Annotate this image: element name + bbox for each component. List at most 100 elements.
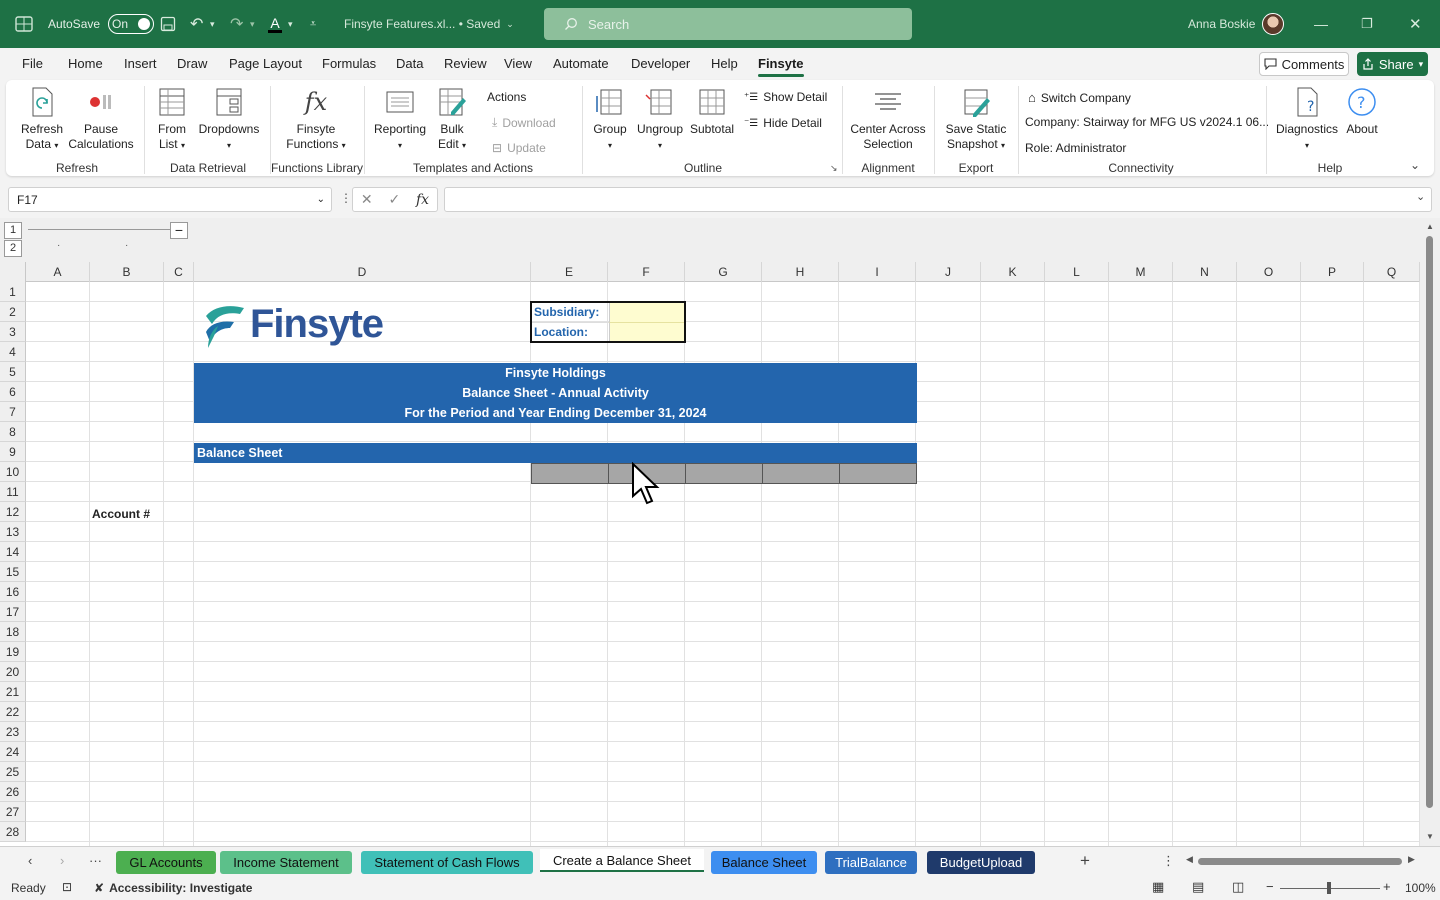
subsidiary-cell[interactable] [609, 303, 684, 322]
save-icon[interactable] [160, 0, 176, 48]
row-header-8[interactable]: 8 [0, 422, 26, 442]
sheet-tab[interactable]: Create a Balance Sheet [540, 849, 704, 872]
refresh-data-button[interactable]: Refresh Data ▾ [20, 86, 64, 153]
hide-detail-button[interactable]: ⁻☰ Hide Detail [744, 116, 822, 130]
ungroup-button[interactable]: Ungroup ▾ [636, 86, 684, 153]
tab-review[interactable]: Review [444, 56, 487, 71]
page-break-view-icon[interactable]: ◫ [1232, 879, 1244, 895]
close-icon[interactable]: ✕ [1409, 0, 1422, 48]
column-header-l[interactable]: L [1045, 262, 1109, 282]
customize-toolbar-icon[interactable]: ⩡ [310, 0, 316, 48]
row-header-22[interactable]: 22 [0, 702, 26, 722]
column-header-m[interactable]: M [1109, 262, 1173, 282]
sheet-tab[interactable]: BudgetUpload [927, 851, 1035, 874]
bulk-edit-button[interactable]: Bulk Edit ▾ [434, 86, 470, 153]
column-header-o[interactable]: O [1237, 262, 1301, 282]
normal-view-icon[interactable]: ▦ [1152, 879, 1164, 895]
tab-automate[interactable]: Automate [553, 56, 609, 71]
dialog-launcher-icon[interactable]: ↘ [830, 163, 838, 174]
add-sheet-icon[interactable]: + [1080, 851, 1090, 871]
column-header-f[interactable]: F [608, 262, 685, 282]
select-all-corner[interactable] [0, 262, 26, 282]
minimize-icon[interactable]: — [1314, 0, 1328, 48]
zoom-out-icon[interactable]: − [1266, 879, 1274, 894]
collapse-ribbon-icon[interactable]: ⌄ [1410, 158, 1420, 172]
insert-function-icon[interactable]: fx [416, 192, 429, 208]
header-cell[interactable] [762, 463, 840, 484]
row-header-25[interactable]: 25 [0, 762, 26, 782]
chevron-down-icon[interactable]: ⌄ [317, 194, 325, 205]
comments-button[interactable]: Comments [1259, 52, 1349, 76]
center-across-selection-button[interactable]: Center Across Selection [848, 86, 928, 152]
tab-developer[interactable]: Developer [631, 56, 690, 71]
outline-level-2-button[interactable]: 2 [4, 240, 22, 257]
formula-input[interactable] [444, 187, 1432, 212]
more-sheets-icon[interactable]: ··· [89, 853, 102, 868]
header-cell[interactable] [839, 463, 917, 484]
tab-insert[interactable]: Insert [124, 56, 157, 71]
finsyte-functions-button[interactable]: fx Finsyte Functions ▾ [280, 86, 352, 153]
row-header-19[interactable]: 19 [0, 642, 26, 662]
sheet-tab[interactable]: TrialBalance [825, 851, 917, 874]
scroll-up-icon[interactable]: ▲ [1426, 222, 1434, 231]
row-header-14[interactable]: 14 [0, 542, 26, 562]
autosave-toggle[interactable]: On [108, 14, 155, 34]
outline-level-1-button[interactable]: 1 [4, 222, 22, 239]
tab-file[interactable]: File [22, 56, 43, 71]
expand-formula-bar-icon[interactable]: ⌄ [1416, 190, 1425, 203]
row-header-18[interactable]: 18 [0, 622, 26, 642]
dropdowns-button[interactable]: Dropdowns ▾ [196, 86, 262, 153]
vertical-scrollbar[interactable]: ▲ ▼ [1420, 218, 1440, 846]
tab-data[interactable]: Data [396, 56, 423, 71]
row-header-4[interactable]: 4 [0, 342, 26, 362]
row-header-16[interactable]: 16 [0, 582, 26, 602]
row-header-23[interactable]: 23 [0, 722, 26, 742]
tab-home[interactable]: Home [68, 56, 103, 71]
previous-sheet-icon[interactable]: ‹ [28, 853, 32, 868]
font-color-icon[interactable]: A [268, 0, 282, 48]
column-header-d[interactable]: D [194, 262, 531, 282]
tab-draw[interactable]: Draw [177, 56, 207, 71]
column-header-e[interactable]: E [531, 262, 608, 282]
scroll-down-icon[interactable]: ▼ [1426, 832, 1434, 841]
tab-formulas[interactable]: Formulas [322, 56, 376, 71]
enter-icon[interactable]: ✓ [388, 191, 400, 208]
column-header-g[interactable]: G [685, 262, 762, 282]
zoom-in-icon[interactable]: + [1383, 879, 1391, 894]
row-header-5[interactable]: 5 [0, 362, 26, 382]
sheet-tab[interactable]: Income Statement [220, 851, 352, 874]
row-header-28[interactable]: 28 [0, 822, 26, 842]
row-header-26[interactable]: 26 [0, 782, 26, 802]
save-static-snapshot-button[interactable]: Save Static Snapshot ▾ [940, 86, 1012, 153]
macro-record-icon[interactable]: ⊡ [62, 880, 72, 894]
column-header-k[interactable]: K [981, 262, 1045, 282]
row-header-17[interactable]: 17 [0, 602, 26, 622]
row-header-27[interactable]: 27 [0, 802, 26, 822]
column-header-i[interactable]: I [839, 262, 916, 282]
font-color-dropdown-icon[interactable]: ▾ [288, 0, 293, 48]
scroll-left-icon[interactable]: ◀ [1186, 854, 1193, 865]
subtotal-button[interactable]: Subtotal [690, 86, 734, 137]
header-cell[interactable] [685, 463, 763, 484]
column-header-c[interactable]: C [164, 262, 194, 282]
update-button[interactable]: ⊟ Update [492, 141, 546, 155]
filename[interactable]: Finsyte Features.xl... • Saved ⌄ [344, 0, 514, 48]
accessibility-button[interactable]: ✘ Accessibility: Investigate [94, 881, 252, 895]
row-header-11[interactable]: 11 [0, 482, 26, 502]
undo-icon[interactable]: ↶ [190, 0, 203, 48]
row-header-13[interactable]: 13 [0, 522, 26, 542]
row-header-6[interactable]: 6 [0, 382, 26, 402]
row-header-24[interactable]: 24 [0, 742, 26, 762]
reporting-button[interactable]: Reporting ▾ [370, 86, 430, 153]
sheet-tab[interactable]: Statement of Cash Flows [361, 851, 533, 874]
collapse-group-button[interactable]: − [170, 222, 188, 239]
column-header-b[interactable]: B [90, 262, 164, 282]
column-header-h[interactable]: H [762, 262, 839, 282]
cancel-icon[interactable]: ✕ [361, 191, 373, 208]
header-cell[interactable] [531, 463, 609, 484]
search-input[interactable]: Search [544, 8, 912, 40]
tab-view[interactable]: View [504, 56, 532, 71]
tab-finsyte[interactable]: Finsyte [758, 56, 804, 77]
scroll-thumb[interactable] [1426, 236, 1433, 808]
row-header-3[interactable]: 3 [0, 322, 26, 342]
